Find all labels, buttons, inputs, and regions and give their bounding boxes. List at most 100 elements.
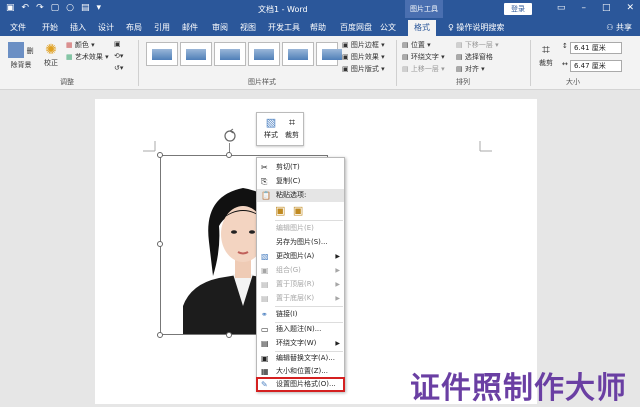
remove-background-button[interactable]: 删除背景: [6, 42, 36, 70]
print-icon[interactable]: ▤: [81, 3, 90, 13]
menu-item-size-position[interactable]: ▦ 大小和位置(Z)...: [257, 365, 344, 378]
login-button[interactable]: 登录: [504, 3, 532, 15]
height-field[interactable]: 6.41 厘米: [570, 42, 622, 54]
bring-forward-button[interactable]: ▤ 上移一层 ▾: [402, 64, 445, 74]
menu-item-format-picture[interactable]: ✎ 设置图片格式(O)...: [256, 377, 345, 392]
ribbon-tabs: 文件 开始 插入 设计 布局 引用 邮件 审阅 视图 开发工具 帮助 百度网盘 …: [0, 18, 640, 36]
compress-icon[interactable]: ▣: [114, 40, 121, 48]
paste-options-row: ▣ ▣: [275, 204, 303, 217]
tab-view[interactable]: 视图: [240, 22, 256, 33]
paste-picture-icon[interactable]: ▣: [293, 204, 303, 217]
menu-item-group[interactable]: ▣ 组合(G) ▶: [257, 264, 344, 277]
tab-official-doc[interactable]: 公文: [380, 22, 396, 33]
paste-keep-format-icon[interactable]: ▣: [275, 204, 285, 217]
picture-effects-button[interactable]: ▣ 图片效果 ▾: [342, 52, 385, 62]
picture-layout-button[interactable]: ▣ 图片版式 ▾: [342, 64, 385, 74]
resize-handle-w[interactable]: [157, 241, 163, 247]
picture-style-1[interactable]: [146, 42, 178, 66]
color-button[interactable]: ▦ 颜色 ▾: [66, 40, 95, 50]
align-button[interactable]: ▤ 对齐 ▾: [456, 64, 485, 74]
menu-item-label: 复制(C): [276, 177, 301, 185]
minimize-icon[interactable]: –: [581, 3, 586, 13]
reset-picture-icon[interactable]: ↺▾: [114, 64, 123, 72]
open-icon[interactable]: ○: [66, 3, 74, 13]
menu-item-label: 剪切(T): [276, 163, 300, 171]
new-doc-icon[interactable]: ▢: [51, 3, 60, 13]
tell-me-label: 操作说明搜索: [456, 23, 505, 32]
corrections-button[interactable]: ✺ 校正: [40, 42, 62, 68]
menu-item-label: 链接(I): [276, 310, 298, 318]
tab-layout[interactable]: 布局: [126, 22, 142, 33]
align-label: 对齐: [464, 65, 479, 73]
width-field[interactable]: 6.47 厘米: [570, 60, 622, 72]
picture-style-5[interactable]: [282, 42, 314, 66]
art-effects-button[interactable]: ▦ 艺术效果 ▾: [66, 52, 109, 62]
resize-handle-nw[interactable]: [157, 152, 163, 158]
selection-pane-button[interactable]: ▤ 选择窗格: [456, 52, 493, 62]
resize-handle-s[interactable]: [226, 332, 232, 338]
position-icon: ▤: [402, 41, 411, 49]
tab-developer[interactable]: 开发工具: [268, 22, 300, 33]
tab-help[interactable]: 帮助: [310, 22, 326, 33]
menu-item-link[interactable]: ⚭ 链接(I): [257, 308, 344, 321]
customize-icon[interactable]: ▾: [97, 3, 102, 13]
picture-style-2[interactable]: [180, 42, 212, 66]
menu-item-edit-alt-text[interactable]: ▣ 编辑替换文字(A)...: [257, 352, 344, 365]
picture-style-4[interactable]: [248, 42, 280, 66]
tab-file[interactable]: 文件: [10, 22, 26, 33]
rotate-handle-icon[interactable]: [222, 128, 238, 144]
change-picture-icon: ▧: [261, 252, 269, 261]
menu-item-change-picture[interactable]: ▧ 更改图片(A) ▶: [257, 250, 344, 263]
menu-item-send-to-back[interactable]: ▤ 置于底层(K) ▶: [257, 292, 344, 305]
tab-design[interactable]: 设计: [98, 22, 114, 33]
redo-icon[interactable]: ↷: [36, 3, 44, 13]
style-label: 样式: [264, 131, 278, 139]
tab-insert[interactable]: 插入: [70, 22, 86, 33]
picture-border-button[interactable]: ▣ 图片边框 ▾: [342, 40, 385, 50]
remove-background-icon: [8, 42, 25, 58]
tab-review[interactable]: 审阅: [212, 22, 228, 33]
menu-item-paste-options: 📋 粘贴选项:: [257, 189, 344, 202]
tab-references[interactable]: 引用: [154, 22, 170, 33]
picture-border-icon: ▣: [342, 41, 351, 49]
send-backward-button[interactable]: ▤ 下移一层 ▾: [456, 40, 499, 50]
position-button[interactable]: ▤ 位置 ▾: [402, 40, 431, 50]
ribbon-display-icon[interactable]: ▭: [557, 3, 566, 13]
menu-item-copy[interactable]: ⎘ 复制(C): [257, 175, 344, 188]
crop-button[interactable]: ⌗ 裁剪: [536, 42, 556, 68]
group-label-size: 大小: [566, 78, 580, 86]
resize-handle-n[interactable]: [226, 152, 232, 158]
menu-item-save-as-picture[interactable]: 另存为图片(S)...: [257, 236, 344, 249]
close-icon[interactable]: ✕: [626, 3, 634, 13]
resize-handle-sw[interactable]: [157, 332, 163, 338]
change-picture-icon[interactable]: ⟲▾: [114, 52, 123, 60]
menu-item-bring-to-front[interactable]: ▤ 置于顶层(R) ▶: [257, 278, 344, 291]
undo-icon[interactable]: ↶: [22, 3, 30, 13]
picture-style-6[interactable]: [316, 42, 342, 66]
picture-style-3[interactable]: [214, 42, 246, 66]
tab-baidu-netdisk[interactable]: 百度网盘: [340, 22, 372, 33]
submenu-arrow-icon: ▶: [335, 295, 340, 302]
send-backward-label: 下移一层: [464, 41, 493, 49]
tell-me-search[interactable]: ♀ 操作说明搜索: [448, 22, 504, 33]
tab-mailings[interactable]: 邮件: [182, 22, 198, 33]
group-icon: ▣: [261, 266, 269, 275]
maximize-icon[interactable]: □: [602, 3, 611, 13]
menu-item-label: 另存为图片(S)...: [276, 238, 328, 246]
tab-format[interactable]: 格式: [408, 20, 436, 36]
save-icon[interactable]: ▣: [6, 3, 15, 13]
menu-item-label: 置于底层(K): [276, 294, 315, 302]
menu-item-wrap-text[interactable]: ▤ 环绕文字(W) ▶: [257, 337, 344, 350]
mini-crop-button[interactable]: ⌗ 裁剪: [283, 116, 301, 140]
menu-item-cut[interactable]: ✂ 剪切(T): [257, 161, 344, 174]
paste-icon: 📋: [261, 191, 271, 200]
menu-item-edit-picture[interactable]: 编辑图片(E): [257, 222, 344, 235]
share-label: 共享: [616, 23, 632, 32]
menu-item-insert-caption[interactable]: ▭ 插入题注(N)...: [257, 323, 344, 336]
tab-home[interactable]: 开始: [42, 22, 58, 33]
style-button[interactable]: ▧ 样式: [262, 116, 280, 140]
menu-item-label: 组合(G): [276, 266, 301, 274]
share-button[interactable]: ⚇ 共享: [606, 22, 632, 33]
wrap-text-button[interactable]: ▤ 环绕文字 ▾: [402, 52, 445, 62]
link-icon: ⚭: [261, 310, 268, 319]
